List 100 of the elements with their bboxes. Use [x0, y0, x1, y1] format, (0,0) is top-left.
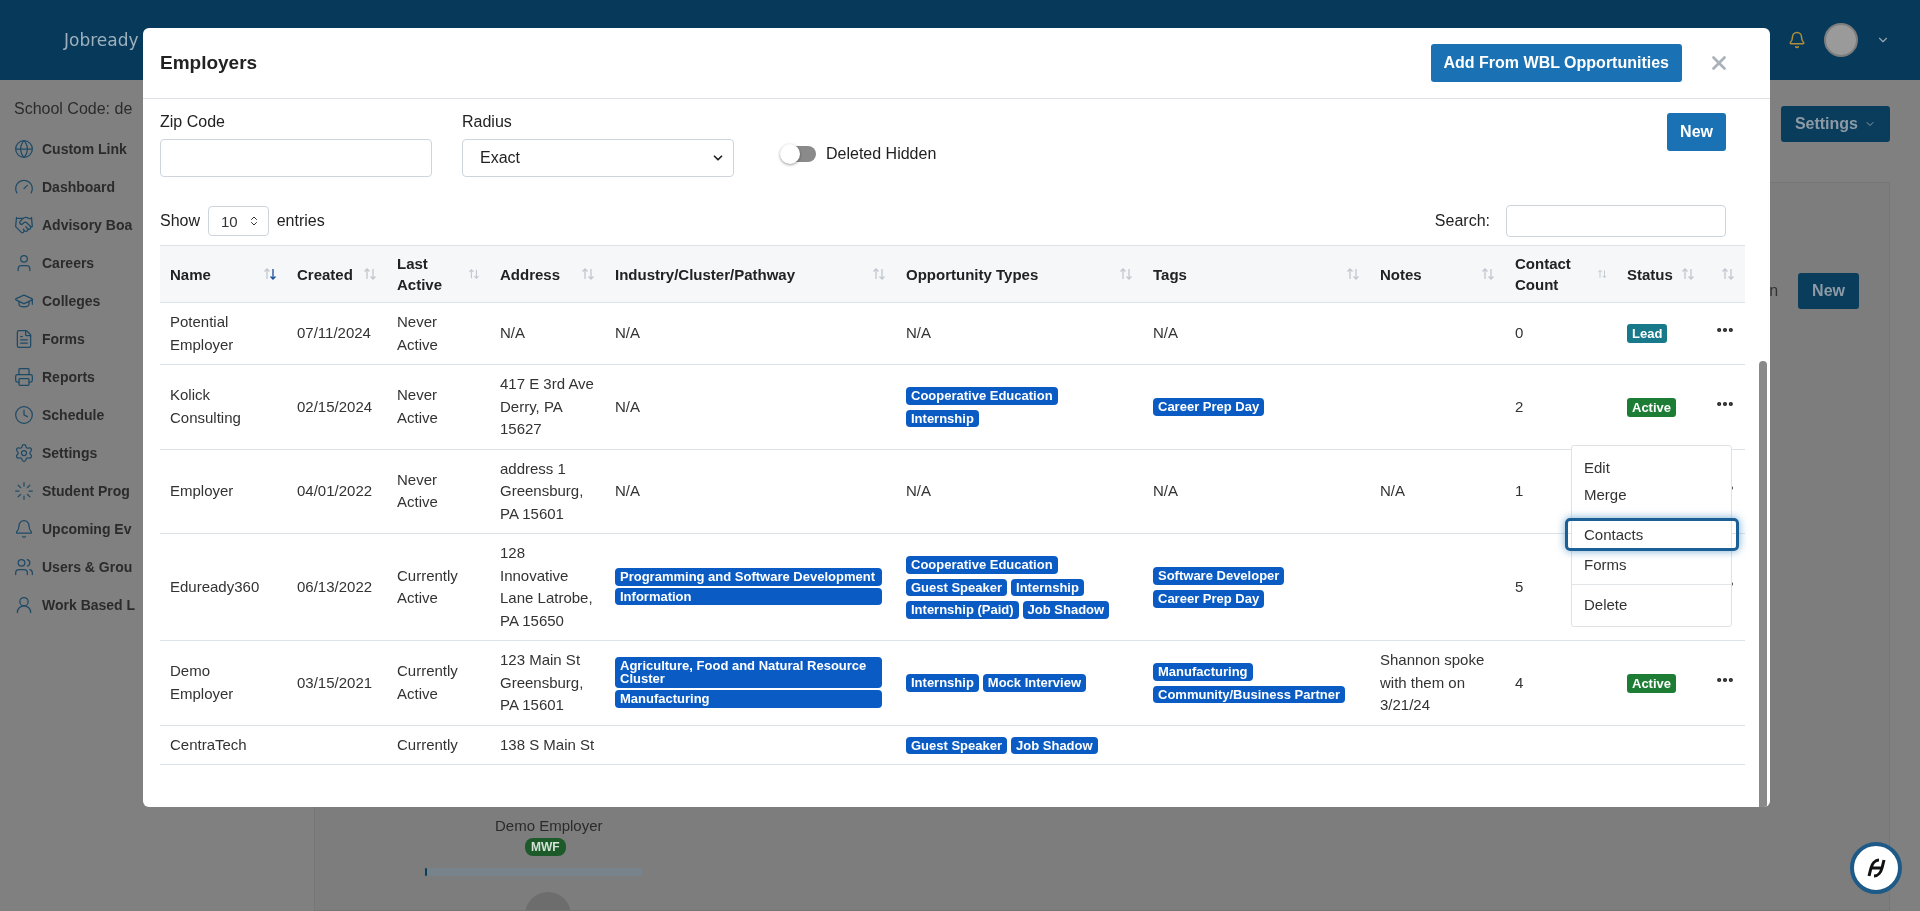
tag-badge: Internship	[906, 409, 979, 428]
sidebar-item[interactable]: Settings	[14, 441, 254, 464]
menu-item[interactable]: Edit	[1572, 454, 1731, 481]
cell-text: 07/11/2024	[297, 324, 371, 342]
toggle-switch[interactable]	[782, 146, 816, 162]
tag-badge: Information	[615, 587, 882, 606]
column-header[interactable]: Name	[160, 245, 287, 303]
settings-button[interactable]: Settings	[1780, 106, 1890, 142]
cell-text: 04/01/2022	[297, 482, 373, 499]
cell-text: 138 S Main St	[500, 735, 595, 753]
document-icon	[14, 328, 34, 349]
column-header[interactable]: Industry/Cluster/Pathway	[605, 245, 896, 303]
menu-item[interactable]: Delete	[1572, 591, 1731, 618]
cell-text: Shannon spoke with them on 3/21/24	[1380, 651, 1485, 713]
cut-text: n	[1769, 282, 1779, 300]
cell-text: Currently	[397, 735, 458, 753]
sidebar-item[interactable]: Custom Link	[14, 137, 254, 160]
new-button[interactable]: New	[1667, 113, 1726, 151]
column-header[interactable]: Last Active	[387, 245, 490, 303]
column-header[interactable]: Contact Count	[1505, 245, 1617, 303]
cell-text: Never Active	[397, 313, 438, 353]
entries-label: entries	[276, 212, 325, 230]
zip-code-field[interactable]	[160, 139, 432, 177]
tag-badge: Cooperative Education	[906, 556, 1058, 574]
cell-text: Never Active	[397, 386, 438, 426]
notification-bell-icon[interactable]	[1788, 31, 1806, 49]
column-header[interactable]: Status	[1617, 245, 1705, 303]
cell-text: Kolick Consulting	[170, 386, 241, 426]
sidebar-item[interactable]: Dashboard	[14, 175, 254, 198]
column-header[interactable]: Created	[287, 245, 387, 303]
cell-text: Demo Employer	[170, 662, 234, 702]
scrollbar[interactable]	[1759, 361, 1767, 807]
logo[interactable]: Jobready	[64, 30, 139, 50]
column-header[interactable]: Opportunity Types	[896, 245, 1143, 303]
tag-badge: Career Prep Day	[1153, 398, 1265, 417]
tag-badge: Guest Speaker	[906, 578, 1008, 597]
cell-text: 417 E 3rd Ave Derry, PA 15627	[500, 375, 594, 437]
cell-text: 03/15/2021	[297, 673, 373, 691]
entries-select[interactable]: 10	[208, 206, 269, 236]
cell-text: 123 Main St Greensburg, PA 15601	[500, 651, 584, 713]
tag-badge: Job Shadow	[1011, 736, 1098, 755]
cell-text: Currently Active	[397, 662, 458, 702]
sidebar-item[interactable]: Users & Grou	[14, 555, 254, 578]
tag-badge: Agriculture, Food and Natural Resource Cluster	[615, 656, 882, 689]
menu-item[interactable]: Forms	[1572, 551, 1731, 578]
chat-logo-icon	[1865, 857, 1887, 879]
menu-item[interactable]: Merge	[1572, 481, 1731, 508]
person-icon	[14, 594, 34, 615]
dialog-title: Employers	[160, 52, 258, 74]
cell-text: 0	[1515, 324, 1524, 342]
sidebar-item[interactable]: Upcoming Ev	[14, 517, 254, 540]
loader-icon	[14, 480, 34, 501]
tag-badge: Manufacturing	[615, 690, 882, 708]
tag-badge: Guest Speaker	[906, 736, 1008, 755]
search-label: Search:	[1434, 212, 1490, 230]
column-header[interactable]: Address	[490, 245, 605, 303]
add-from-wbl-button[interactable]: Add From WBL Opportunities	[1430, 44, 1682, 82]
schedule-badge: MWF	[525, 838, 566, 856]
search-field[interactable]	[1506, 205, 1726, 237]
menu-item[interactable]: Contacts	[1565, 518, 1739, 551]
cell-text: address 1 Greensburg, PA 15601	[500, 459, 584, 522]
tag-badge: Programming and Software Development	[615, 567, 882, 586]
field-label: Zip Code	[160, 113, 226, 131]
sidebar-item[interactable]: Reports	[14, 365, 254, 388]
tag-badge: Cooperative Education	[906, 387, 1058, 405]
column-header[interactable]: Notes	[1370, 245, 1505, 303]
status-badge: Active	[1627, 397, 1677, 417]
new-button[interactable]: New	[1798, 273, 1859, 309]
radius-select[interactable]: Exact	[462, 139, 734, 177]
cell-text: Potential Employer	[170, 313, 234, 353]
cell-text: 1	[1515, 482, 1524, 499]
cell-text: Currently Active	[397, 566, 458, 606]
tag-badge: Career Prep Day	[1153, 590, 1265, 608]
cell-text: N/A	[906, 324, 931, 342]
printer-icon	[14, 366, 34, 387]
cell-text: N/A	[1153, 482, 1178, 499]
tag-badge: Mock Interview	[982, 674, 1087, 693]
cell-text: N/A	[906, 482, 931, 499]
cell-text: 128 Innovative Lane Latrobe, PA 15650	[500, 544, 593, 629]
cell-text: N/A	[1153, 324, 1178, 342]
tag-badge: Internship (Paid)	[906, 601, 1019, 619]
cell-text: N/A	[615, 397, 640, 415]
cell-text: Never Active	[397, 470, 438, 511]
globe-icon	[14, 138, 34, 159]
handshake-icon	[14, 214, 34, 235]
school-code: School Code: de	[14, 100, 134, 118]
column-header[interactable]: Tags	[1143, 245, 1370, 303]
avatar[interactable]	[1824, 23, 1858, 57]
bell-icon	[14, 518, 34, 539]
tag-badge: Internship	[906, 674, 979, 693]
tag-badge: Community/Business Partner	[1153, 685, 1346, 704]
tag-badge: Job Shadow	[1022, 601, 1110, 619]
people-icon	[14, 556, 34, 577]
cell-text: CentraTech	[170, 735, 247, 753]
cell-text: 4	[1515, 673, 1524, 691]
cell-text: Eduready360	[170, 577, 260, 595]
settings-icon	[14, 442, 34, 463]
status-badge: Active	[1627, 673, 1677, 693]
clock-icon	[14, 404, 34, 425]
cell-text: 5	[1515, 577, 1524, 595]
